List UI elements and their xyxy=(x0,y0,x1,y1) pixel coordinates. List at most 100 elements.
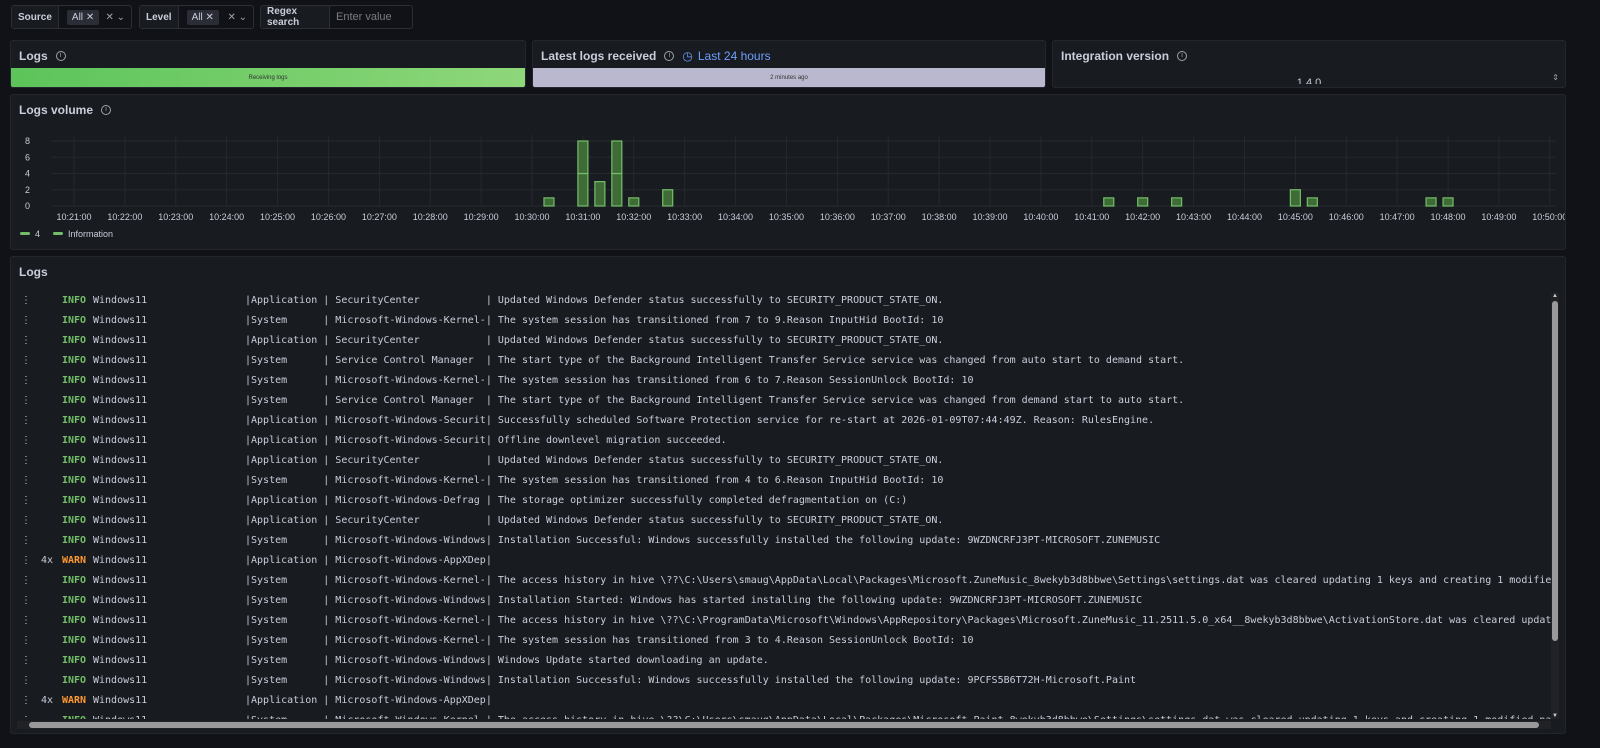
last-received-bar: 2 minutes ago xyxy=(533,68,1045,87)
bar-information xyxy=(1171,197,1183,207)
log-level: INFO xyxy=(62,435,86,446)
vertical-scrollbar[interactable]: ▲ ▼ xyxy=(1551,293,1559,719)
panel-title: Integration version xyxy=(1061,49,1170,63)
row-menu-icon[interactable]: ⋮ xyxy=(21,291,31,311)
row-menu-icon[interactable]: ⋮ xyxy=(21,391,31,411)
clock-icon: ◷ xyxy=(682,49,693,63)
scroll-arrows-icon[interactable]: ⇕ xyxy=(1552,73,1559,82)
log-row[interactable]: ⋮ INFO Windows11 |System | Microsoft-Win… xyxy=(11,591,1551,611)
x-tick-label: 10:39:00 xyxy=(972,212,1007,222)
source-filter[interactable]: Source All ✕ ✕ ⌄ xyxy=(11,5,132,29)
x-tick-label: 10:38:00 xyxy=(922,212,957,222)
log-row[interactable]: ⋮ INFO Windows11 |System | Service Contr… xyxy=(11,391,1551,411)
row-menu-icon[interactable]: ⋮ xyxy=(21,611,31,631)
log-message: |Application | Microsoft-Windows-AppXDep… xyxy=(245,695,492,706)
clear-chevron-icons[interactable]: ✕ ⌄ xyxy=(99,12,131,23)
source-chip[interactable]: All ✕ xyxy=(66,9,100,25)
x-tick-label: 10:33:00 xyxy=(667,212,702,222)
x-tick-label: 10:47:00 xyxy=(1380,212,1415,222)
bar-information xyxy=(1289,189,1301,207)
bar-information xyxy=(543,197,555,207)
x-tick-label: 10:37:00 xyxy=(871,212,906,222)
info-icon[interactable]: i xyxy=(1177,51,1188,61)
log-row[interactable]: ⋮ 4x WARN Windows11 |Application | Micro… xyxy=(11,691,1551,711)
row-menu-icon[interactable]: ⋮ xyxy=(21,551,31,571)
horizontal-scroll-thumb[interactable] xyxy=(29,722,1539,728)
log-host: Windows11 xyxy=(93,395,148,406)
x-tick-label: 10:46:00 xyxy=(1329,212,1364,222)
log-row[interactable]: ⋮ INFO Windows11 |Application | Microsof… xyxy=(11,431,1551,451)
log-row[interactable]: ⋮ INFO Windows11 |Application | Security… xyxy=(11,331,1551,351)
log-row[interactable]: ⋮ INFO Windows11 |System | Microsoft-Win… xyxy=(11,651,1551,671)
log-row[interactable]: ⋮ INFO Windows11 |Application | Microsof… xyxy=(11,491,1551,511)
log-row[interactable]: ⋮ INFO Windows11 |Application | Security… xyxy=(11,511,1551,531)
info-icon[interactable]: i xyxy=(55,51,66,61)
log-row[interactable]: ⋮ INFO Windows11 |Application | Microsof… xyxy=(11,411,1551,431)
x-tick-label: 10:31:00 xyxy=(565,212,600,222)
log-row[interactable]: ⋮ INFO Windows11 |System | Microsoft-Win… xyxy=(11,671,1551,691)
scroll-up-icon[interactable]: ▲ xyxy=(1551,293,1559,299)
bar-information xyxy=(628,197,640,207)
x-tick-label: 10:41:00 xyxy=(1074,212,1109,222)
row-menu-icon[interactable]: ⋮ xyxy=(21,311,31,331)
log-message: |System | Microsoft-Windows-Kernel-| The… xyxy=(245,575,1551,586)
info-icon[interactable]: i xyxy=(664,51,675,61)
regex-filter-label: Regex search xyxy=(261,6,330,28)
row-menu-icon[interactable]: ⋮ xyxy=(21,431,31,451)
legend-swatch xyxy=(53,232,63,235)
row-menu-icon[interactable]: ⋮ xyxy=(21,511,31,531)
x-tick-label: 10:42:00 xyxy=(1125,212,1160,222)
log-row[interactable]: ⋮ INFO Windows11 |System | Microsoft-Win… xyxy=(11,631,1551,651)
level-filter[interactable]: Level All ✕ ✕ ⌄ xyxy=(139,5,254,29)
row-menu-icon[interactable]: ⋮ xyxy=(21,651,31,671)
row-menu-icon[interactable]: ⋮ xyxy=(21,591,31,611)
row-menu-icon[interactable]: ⋮ xyxy=(21,631,31,651)
log-message: |Application | Microsoft-Windows-AppXDep… xyxy=(245,555,492,566)
regex-search-input[interactable] xyxy=(330,11,412,23)
row-menu-icon[interactable]: ⋮ xyxy=(21,711,31,719)
clear-chevron-icons[interactable]: ✕ ⌄ xyxy=(221,12,253,23)
log-message: |System | Microsoft-Windows-Kernel-| The… xyxy=(245,475,944,486)
row-menu-icon[interactable]: ⋮ xyxy=(21,471,31,491)
row-menu-icon[interactable]: ⋮ xyxy=(21,491,31,511)
row-menu-icon[interactable]: ⋮ xyxy=(21,371,31,391)
remove-chip-icon[interactable]: ✕ xyxy=(86,12,94,23)
log-message: |System | Microsoft-Windows-Kernel-| The… xyxy=(245,711,1551,719)
time-range-link[interactable]: ◷ Last 24 hours xyxy=(682,49,770,63)
log-row[interactable]: ⋮ INFO Windows11 |System | Microsoft-Win… xyxy=(11,471,1551,491)
row-menu-icon[interactable]: ⋮ xyxy=(21,411,31,431)
x-tick-label: 10:25:00 xyxy=(260,212,295,222)
level-filter-label: Level xyxy=(140,6,179,28)
horizontal-scrollbar[interactable] xyxy=(17,721,1551,729)
integration-version-panel: Integration version i 1.4.0 ⇕ xyxy=(1052,40,1566,88)
panel-title: Logs xyxy=(19,265,48,279)
log-row[interactable]: ⋮ INFO Windows11 |Application | Security… xyxy=(11,291,1551,311)
level-chip[interactable]: All ✕ xyxy=(186,9,219,25)
log-row[interactable]: ⋮ INFO Windows11 |System | Microsoft-Win… xyxy=(11,611,1551,631)
log-message: |Application | Microsoft-Windows-Securit… xyxy=(245,435,727,446)
latest-logs-panel: Latest logs received i ◷ Last 24 hours 2 m… xyxy=(532,40,1046,88)
log-row[interactable]: ⋮ INFO Windows11 |System | Microsoft-Win… xyxy=(11,371,1551,391)
row-menu-icon[interactable]: ⋮ xyxy=(21,451,31,471)
row-menu-icon[interactable]: ⋮ xyxy=(21,351,31,371)
remove-chip-icon[interactable]: ✕ xyxy=(205,12,213,23)
log-message: |Application | Microsoft-Windows-Defrag … xyxy=(245,495,908,506)
log-row[interactable]: ⋮ INFO Windows11 |System | Microsoft-Win… xyxy=(11,711,1551,719)
row-menu-icon[interactable]: ⋮ xyxy=(21,571,31,591)
vertical-scroll-thumb[interactable] xyxy=(1552,301,1558,641)
bar-information xyxy=(594,181,606,207)
logs-volume-panel: Logs volume i 0 2 4 6 8 10:21:00 10:22:00 10:23:… xyxy=(10,94,1566,250)
log-row[interactable]: ⋮ INFO Windows11 |Application | Security… xyxy=(11,451,1551,471)
row-menu-icon[interactable]: ⋮ xyxy=(21,331,31,351)
log-row[interactable]: ⋮ 4x WARN Windows11 |Application | Micro… xyxy=(11,551,1551,571)
scroll-down-icon[interactable]: ▼ xyxy=(1551,713,1559,719)
row-menu-icon[interactable]: ⋮ xyxy=(21,671,31,691)
log-host: Windows11 xyxy=(93,575,148,586)
log-row[interactable]: ⋮ INFO Windows11 |System | Microsoft-Win… xyxy=(11,531,1551,551)
log-row[interactable]: ⋮ INFO Windows11 |System | Microsoft-Win… xyxy=(11,311,1551,331)
row-menu-icon[interactable]: ⋮ xyxy=(21,691,31,711)
log-row[interactable]: ⋮ INFO Windows11 |System | Service Contr… xyxy=(11,351,1551,371)
log-row[interactable]: ⋮ INFO Windows11 |System | Microsoft-Win… xyxy=(11,571,1551,591)
row-menu-icon[interactable]: ⋮ xyxy=(21,531,31,551)
log-host: Windows11 xyxy=(93,295,148,306)
